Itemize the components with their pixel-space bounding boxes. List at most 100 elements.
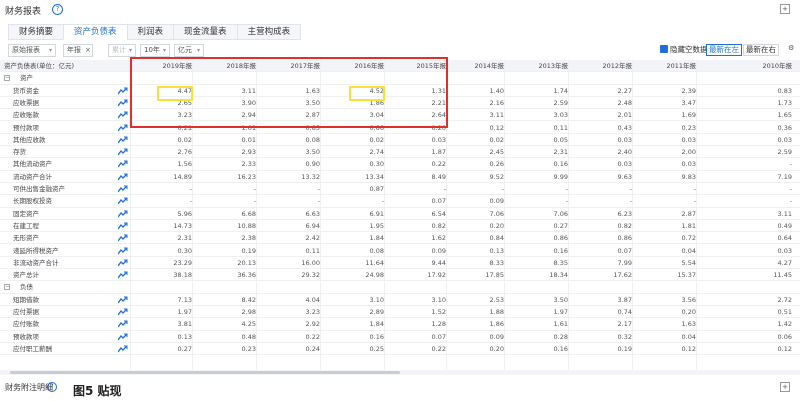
unit-select[interactable]: 亿元 ▾ <box>174 44 204 57</box>
collapse-icon[interactable]: + <box>780 4 790 14</box>
table-cell: 24.98 <box>365 271 384 280</box>
trend-chart-icon[interactable] <box>118 259 128 267</box>
trend-chart-icon[interactable] <box>118 124 128 132</box>
clear-icon[interactable]: × <box>85 45 91 56</box>
table-cell: 0.02 <box>177 135 192 144</box>
table-cell: 0.04 <box>681 332 696 341</box>
grid-line <box>568 60 569 370</box>
latest-right-button[interactable]: 最新在右 <box>743 44 779 56</box>
collapse-toggle-icon[interactable]: − <box>4 284 10 291</box>
table-cell: 4.25 <box>241 320 256 329</box>
hide-empty-label: 隐藏空数据 <box>670 45 708 54</box>
hide-empty-checkbox[interactable] <box>660 45 668 53</box>
trend-chart-icon[interactable] <box>118 87 128 95</box>
table-cell: 0.32 <box>617 332 632 341</box>
order-select[interactable]: 累计 ▾ <box>108 44 136 57</box>
table-cell: 1.88 <box>489 308 504 316</box>
table-cell: 0.16 <box>553 160 568 169</box>
table-cell: 2.39 <box>681 86 696 95</box>
column-header[interactable]: 2010年报 <box>762 60 792 72</box>
row-label: 固定资产 <box>13 209 39 218</box>
table-cell: 2.87 <box>681 209 696 218</box>
row-label: 应付职工薪酬 <box>13 344 52 353</box>
table-cell: 9.83 <box>681 172 696 181</box>
trend-chart-icon[interactable] <box>118 345 128 353</box>
table-cell: 0.64 <box>777 234 792 243</box>
table-cell: 9.99 <box>553 172 568 181</box>
column-header[interactable]: 2013年报 <box>538 60 568 72</box>
count-select[interactable]: 10年 ▾ <box>140 44 170 57</box>
scrollbar-thumb[interactable] <box>10 371 400 374</box>
table-cell: 0.74 <box>617 308 632 316</box>
trend-chart-icon[interactable] <box>118 296 128 304</box>
column-header[interactable]: 2012年报 <box>602 60 632 72</box>
table-cell: 2.31 <box>553 148 568 157</box>
trend-chart-icon[interactable] <box>118 222 128 230</box>
help-icon[interactable]: ? <box>47 382 57 392</box>
table-cell: 2.92 <box>305 320 320 329</box>
table-cell: 0.87 <box>369 185 384 193</box>
table-cell: 3.10 <box>369 295 384 304</box>
collapse-toggle-icon[interactable]: − <box>4 75 10 82</box>
column-header[interactable]: 2014年报 <box>474 60 504 72</box>
table-cell: 0.16 <box>553 246 568 255</box>
row-label: 无形资产 <box>13 234 39 243</box>
tab-cash-flow[interactable]: 现金流量表 <box>173 24 238 40</box>
column-header[interactable]: 2011年报 <box>666 60 696 72</box>
table-cell: 0.25 <box>369 344 384 353</box>
table-cell: 2.33 <box>241 160 256 169</box>
trend-chart-icon[interactable] <box>118 148 128 156</box>
settings-icon[interactable]: ⚙ <box>788 44 794 52</box>
tab-summary[interactable]: 财务摘要 <box>8 24 65 40</box>
trend-chart-icon[interactable] <box>118 185 128 193</box>
horizontal-scrollbar[interactable] <box>0 370 800 375</box>
table-cell: 0.83 <box>777 86 792 95</box>
trend-chart-icon[interactable] <box>118 111 128 119</box>
table-cell: 1.28 <box>431 320 446 329</box>
trend-chart-icon[interactable] <box>118 210 128 218</box>
trend-chart-icon[interactable] <box>118 197 128 205</box>
table-cell: 1.56 <box>177 160 192 169</box>
table-cell: 0.07 <box>431 332 446 341</box>
order-value: 累计 <box>112 46 126 54</box>
table-cell: 0.05 <box>553 135 568 144</box>
table-cell: 23.29 <box>173 258 192 267</box>
table-row: 应付票据 1.97 2.98 3.23 2.89 1.52 1.88 1.97 0.74 0.20… <box>0 306 800 319</box>
row-label: 可供出售金融资产 <box>13 185 65 193</box>
help-icon[interactable]: ? <box>52 4 63 15</box>
trend-chart-icon[interactable] <box>118 247 128 255</box>
period-select[interactable]: 年报 × <box>63 44 93 57</box>
collapse-icon[interactable]: + <box>780 382 790 392</box>
trend-chart-icon[interactable] <box>118 160 128 168</box>
tab-balance-sheet[interactable]: 资产负债表 <box>63 24 128 40</box>
latest-left-button[interactable]: 最新在左 <box>706 44 742 56</box>
table-cell: 0.08 <box>305 135 320 144</box>
highlight-box-yellow <box>349 86 385 101</box>
table-cell: 0.82 <box>617 221 632 230</box>
table-cell: 0.09 <box>489 197 504 206</box>
table-row: 其他流动资产 1.56 2.33 0.90 0.30 0.22 0.26 0.16 0.03 0.… <box>0 158 800 171</box>
trend-chart-icon[interactable] <box>118 333 128 341</box>
table-cell: 0.36 <box>777 123 792 132</box>
table-cell: 1.95 <box>369 221 384 230</box>
trend-chart-icon[interactable] <box>118 99 128 107</box>
table-cell: 2.01 <box>617 111 632 120</box>
trend-chart-icon[interactable] <box>118 136 128 144</box>
table-cell: 3.10 <box>431 295 446 304</box>
tab-revenue-breakdown[interactable]: 主营构成表 <box>236 24 302 40</box>
trend-chart-icon[interactable] <box>118 308 128 316</box>
trend-chart-icon[interactable] <box>118 173 128 181</box>
table-cell: 0.11 <box>305 246 320 255</box>
table-cell: 2.93 <box>241 148 256 157</box>
trend-chart-icon[interactable] <box>118 320 128 328</box>
row-label: 应收票据 <box>13 98 39 107</box>
table-cell: 17.92 <box>427 271 446 280</box>
table-cell: 0.20 <box>489 221 504 230</box>
tab-income-statement[interactable]: 利润表 <box>126 24 175 40</box>
trend-chart-icon[interactable] <box>118 234 128 242</box>
table-cell: 1.52 <box>431 308 446 316</box>
table-cell: 0.09 <box>489 332 504 341</box>
report-type-select[interactable]: 原始报表 ▾ <box>8 44 56 57</box>
chevron-down-icon: ▾ <box>128 47 132 54</box>
trend-chart-icon[interactable] <box>118 271 128 279</box>
